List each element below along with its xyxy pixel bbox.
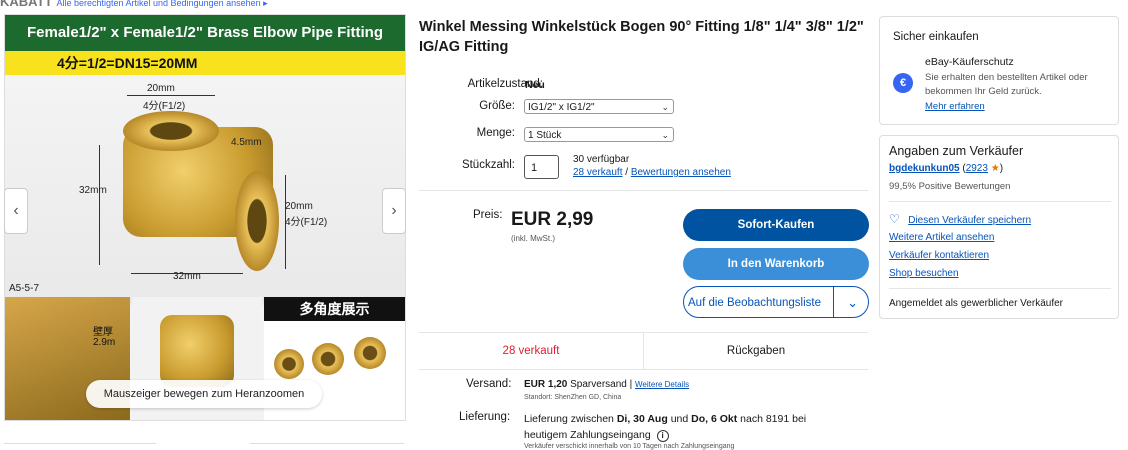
seller-title: Angaben zum Verkäufer	[889, 144, 1024, 158]
detail-elbow	[160, 315, 234, 387]
promo-link[interactable]: Alle berechtigten Artikel und Bedingunge…	[56, 0, 267, 8]
zoom-tooltip: Mauszeiger bewegen zum Heranzoomen	[86, 380, 322, 408]
shipping-label: Versand:	[466, 378, 512, 390]
product-title: Winkel Messing Winkelstück Bogen 90° Fit…	[419, 19, 864, 55]
promo-strip: KABATT Alle berechtigten Artikel und Bedi…	[0, 0, 268, 9]
save-seller-row[interactable]: ♡ Diesen Verkäufer speichern	[889, 210, 1031, 228]
divider	[889, 288, 1111, 289]
delivery-text-2: und	[670, 413, 689, 425]
dim-right-label: 20mm	[285, 201, 313, 212]
delivery-label: Lieferung:	[459, 411, 511, 423]
image-banner: Female1/2" x Female1/2" Brass Elbow Pipe…	[5, 15, 405, 51]
secure-shopping-card: Sicher einkaufen € eBay-Käuferschutz Sie…	[879, 16, 1119, 125]
watchlist-label: Auf die Beobachtungsliste	[688, 297, 821, 309]
delivery-date-2: Do, 6 Okt	[691, 413, 738, 425]
dim-line-left	[99, 145, 100, 265]
watchlist-divider	[833, 287, 834, 317]
more-items-link[interactable]: Weitere Artikel ansehen	[889, 232, 994, 243]
dim-left-label: 32mm	[79, 185, 107, 196]
wall-value: 2.9m	[93, 337, 116, 348]
item-location: Standort: ShenZhen GD, China	[524, 394, 622, 401]
shipping-price: EUR 1,20	[524, 379, 568, 390]
mini-fitting-3	[354, 337, 386, 369]
size-label: Größe:	[479, 100, 515, 112]
dim-line-top	[127, 95, 215, 96]
save-seller-link[interactable]: Diesen Verkäufer speichern	[908, 215, 1031, 226]
dim-wall-label: 4.5mm	[231, 137, 262, 148]
sold-count: 28 verkauft	[419, 333, 644, 369]
wall-label: 壁厚	[93, 327, 113, 338]
add-to-cart-button[interactable]: In den Warenkorb	[683, 248, 869, 280]
contact-seller-link[interactable]: Verkäufer kontaktieren	[889, 250, 989, 261]
mini-fitting-1	[274, 349, 304, 379]
stats-bar: 28 verkauft Rückgaben	[419, 332, 868, 370]
available-count: 30 verfügbar	[573, 154, 630, 165]
delivery-text-1: Lieferung zwischen	[524, 413, 614, 425]
shipping-method: Sparversand	[570, 379, 627, 390]
dim-top-label: 20mm	[147, 83, 175, 94]
promo-prefix: KABATT	[0, 0, 53, 9]
dim-right-sublabel: 4分(F1/2)	[285, 217, 328, 228]
price-value: EUR 2,99	[511, 209, 594, 230]
amount-select[interactable]: 1 Stück ⌄	[524, 127, 674, 142]
thumb-divider-right	[250, 443, 404, 444]
business-seller-note: Angemeldet als gewerblicher Verkäufer	[889, 298, 1063, 309]
sold-reviews-separator: /	[625, 167, 629, 178]
chevron-down-icon: ⌄	[661, 102, 669, 112]
seller-card: Angaben zum Verkäufer bgdekunkun05 (2923…	[879, 135, 1119, 319]
delivery-date-1: Di, 30 Aug	[616, 413, 668, 425]
mini-fitting-2	[312, 343, 344, 375]
heart-icon: ♡	[889, 212, 900, 226]
gallery-next-button[interactable]: ›	[382, 188, 406, 234]
condition-value: Neu	[525, 79, 545, 91]
sold-link[interactable]: 28 verkauft	[573, 167, 622, 178]
shipping-separator: |	[629, 379, 633, 390]
returns-tab[interactable]: Rückgaben	[644, 333, 868, 369]
image-spec: 4分=1/2=DN15=20MM	[5, 51, 405, 75]
multi-angle-title: 多角度展示	[264, 297, 405, 321]
feedback-count-link[interactable]: 2923	[966, 163, 988, 174]
size-select-value: IG1/2" x IG1/2"	[528, 102, 595, 113]
price-label: Preis:	[473, 209, 503, 221]
info-icon[interactable]: i	[656, 430, 669, 442]
fitting-top-opening	[123, 111, 219, 151]
seller-name-link[interactable]: bgdekunkun05	[889, 163, 960, 174]
product-code: A5-5-7	[9, 283, 40, 294]
buy-now-button[interactable]: Sofort-Kaufen	[683, 209, 869, 241]
quantity-label: Stückzahl:	[461, 159, 515, 171]
chevron-down-icon[interactable]: ⌄	[847, 287, 858, 319]
amount-select-value: 1 Stück	[528, 130, 562, 141]
divider	[889, 201, 1111, 202]
dim-top-sublabel: 4分(F1/2)	[143, 101, 186, 112]
buyer-protection-icon: €	[893, 73, 913, 93]
watchlist-button[interactable]: Auf die Beobachtungsliste ⌄	[683, 286, 869, 318]
secure-title: Sicher einkaufen	[893, 31, 979, 43]
seller-name-row: bgdekunkun05 (2923 ★)	[889, 163, 1004, 174]
protection-title: eBay-Käuferschutz	[925, 56, 1014, 68]
chevron-down-icon: ⌄	[661, 130, 669, 140]
size-select[interactable]: IG1/2" x IG1/2" ⌄	[524, 99, 674, 114]
reviews-link[interactable]: Bewertungen ansehen	[631, 167, 731, 178]
amount-label: Menge:	[476, 127, 515, 139]
image-gallery[interactable]: Female1/2" x Female1/2" Brass Elbow Pipe…	[4, 14, 406, 421]
visit-shop-link[interactable]: Shop besuchen	[889, 268, 959, 279]
gallery-prev-button[interactable]: ‹	[4, 188, 28, 234]
protection-text: Sie erhalten den bestellten Artikel oder…	[925, 72, 1088, 97]
learn-more-link[interactable]: Mehr erfahren	[925, 101, 985, 112]
sold-reviews-row: 28 verkauft / Bewertungen ansehen	[573, 167, 731, 178]
dim-bottom-label: 32mm	[173, 271, 201, 282]
thumb-divider-left	[4, 443, 156, 444]
vat-note: (inkl. MwSt.)	[511, 234, 555, 243]
delivery-estimate: Lieferung zwischen Di, 30 Aug und Do, 6 …	[524, 411, 824, 443]
shipping-details-link[interactable]: Weitere Details	[635, 380, 689, 389]
fitting-side-opening	[235, 171, 279, 271]
quantity-input[interactable]: 1	[524, 155, 559, 179]
positive-feedback: 99,5% Positive Bewertungen	[889, 181, 1011, 192]
star-icon: ★	[990, 163, 1000, 174]
divider	[419, 190, 868, 191]
shipping-value: EUR 1,20 Sparversand | Weitere Details	[524, 379, 689, 390]
